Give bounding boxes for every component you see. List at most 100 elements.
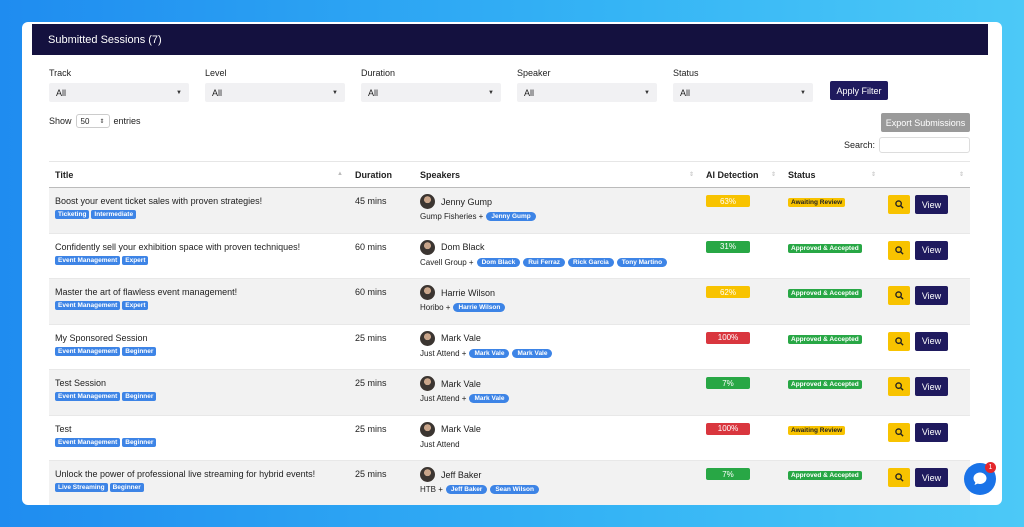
speaker-pill[interactable]: Dom Black bbox=[476, 257, 521, 267]
session-tag: Event Management bbox=[55, 437, 121, 447]
session-cell: Master the art of flawless event managem… bbox=[49, 279, 349, 325]
status-cell: Approved & Accepted bbox=[782, 324, 882, 370]
view-button[interactable]: View bbox=[915, 422, 948, 442]
speaker-pill[interactable]: Jenny Gump bbox=[486, 212, 536, 221]
filter-label: Level bbox=[205, 68, 227, 78]
actions-cell: View bbox=[882, 461, 970, 506]
speaker-pill[interactable]: Mark Vale bbox=[469, 348, 510, 358]
ai-cell: 63% bbox=[700, 188, 782, 234]
speaker-name: Mark Vale bbox=[441, 378, 481, 389]
search-icon bbox=[894, 336, 904, 346]
preview-button[interactable] bbox=[888, 377, 910, 396]
view-button[interactable]: View bbox=[915, 377, 948, 396]
duration-cell: 25 mins bbox=[355, 378, 387, 388]
speaker-pill[interactable]: Jeff Baker bbox=[445, 485, 488, 494]
filter-track: Track All ▼ bbox=[49, 68, 189, 102]
column-status[interactable]: Status ⇕ bbox=[782, 162, 882, 188]
search-icon bbox=[894, 473, 904, 482]
speaker-pill[interactable]: Harrie Wilson bbox=[453, 303, 506, 312]
avatar bbox=[420, 194, 435, 209]
show-label: Show bbox=[49, 116, 72, 126]
preview-button[interactable] bbox=[888, 331, 910, 351]
row-actions: View bbox=[888, 286, 970, 305]
session-tags: Live Streaming Beginner bbox=[55, 483, 349, 492]
session-tag: Ticketing bbox=[55, 210, 90, 219]
view-button[interactable]: View bbox=[915, 240, 948, 260]
sessions-card: Submitted Sessions (7) Track All ▼ Level … bbox=[22, 22, 1002, 505]
export-submissions-button[interactable]: Export Submissions bbox=[881, 113, 970, 132]
speaker-pill[interactable]: Mark Vale bbox=[512, 348, 553, 358]
avatar bbox=[420, 376, 435, 391]
session-title: Master the art of flawless event managem… bbox=[55, 287, 238, 297]
sort-icon: ⇕ bbox=[870, 172, 876, 178]
filter-label: Speaker bbox=[517, 68, 551, 78]
search-icon bbox=[894, 200, 904, 209]
company-name: Just Attend + bbox=[420, 394, 467, 403]
card-header: Submitted Sessions (7) bbox=[32, 24, 988, 55]
speaker-pill[interactable]: Mark Vale bbox=[469, 394, 510, 403]
speaker-company: Cavell Group + Dom Black Rui Ferraz Rick Ga… bbox=[420, 257, 700, 267]
session-tags: Event Management Beginner bbox=[55, 392, 349, 401]
actions-cell: View bbox=[882, 279, 970, 325]
session-title: Boost your event ticket sales with prove… bbox=[55, 196, 263, 206]
preview-button[interactable] bbox=[888, 422, 910, 442]
speakers-cell: Harrie Wilson Horibo + Harrie Wilson bbox=[414, 279, 700, 325]
page-title: Submitted Sessions (7) bbox=[48, 33, 162, 46]
filter-duration: Duration All ▼ bbox=[361, 68, 501, 102]
preview-button[interactable] bbox=[888, 195, 910, 214]
preview-button[interactable] bbox=[888, 468, 910, 487]
preview-button[interactable] bbox=[888, 286, 910, 305]
apply-filter-button[interactable]: Apply Filter bbox=[830, 81, 888, 100]
view-button[interactable]: View bbox=[915, 468, 948, 487]
column-speakers[interactable]: Speakers ⇕ bbox=[414, 162, 700, 188]
level-select[interactable]: All ▼ bbox=[205, 83, 345, 102]
actions-cell: View bbox=[882, 188, 970, 234]
table-row: My Sponsored Session Event Management Beg… bbox=[49, 324, 970, 370]
preview-button[interactable] bbox=[888, 240, 910, 260]
speaker-pill[interactable]: Rui Ferraz bbox=[523, 257, 565, 267]
speaker-pill[interactable]: Rick Garcia bbox=[568, 257, 614, 267]
sessions-table: Title ▲ Duration Speakers ⇕ AI Detection ⇕ … bbox=[49, 161, 970, 505]
company-name: HTB + bbox=[420, 485, 443, 494]
duration-cell: 45 mins bbox=[355, 196, 387, 206]
speaker-select[interactable]: All ▼ bbox=[517, 83, 657, 102]
primary-speaker: Jeff Baker bbox=[420, 467, 700, 482]
table-header-row: Title ▲ Duration Speakers ⇕ AI Detection ⇕ … bbox=[49, 161, 970, 188]
speaker-pill[interactable]: Sean Wilson bbox=[490, 485, 539, 494]
view-button[interactable]: View bbox=[915, 331, 948, 351]
view-button[interactable]: View bbox=[915, 286, 948, 305]
avatar bbox=[420, 467, 435, 482]
column-duration[interactable]: Duration bbox=[349, 162, 414, 188]
column-title[interactable]: Title ▲ bbox=[49, 162, 349, 188]
filter-label: Status bbox=[673, 68, 699, 78]
column-ai-detection[interactable]: AI Detection ⇕ bbox=[700, 162, 782, 188]
table-body: Boost your event ticket sales with prove… bbox=[49, 187, 970, 506]
session-title: My Sponsored Session bbox=[55, 332, 148, 343]
avatar bbox=[420, 421, 435, 437]
chevron-down-icon: ▼ bbox=[644, 89, 650, 96]
track-select[interactable]: All ▼ bbox=[49, 83, 189, 102]
sort-icon: ⇕ bbox=[688, 172, 694, 178]
filter-status: Status All ▼ bbox=[673, 68, 813, 102]
search-input[interactable] bbox=[879, 137, 971, 153]
view-button[interactable]: View bbox=[915, 195, 948, 214]
duration-select[interactable]: All ▼ bbox=[361, 83, 501, 102]
ai-detection-badge: 100% bbox=[706, 331, 750, 344]
primary-speaker: Mark Vale bbox=[420, 376, 700, 391]
session-tag: Event Management bbox=[55, 301, 121, 310]
entries-select[interactable]: 50 ⇕ bbox=[75, 114, 110, 128]
select-value: All bbox=[680, 87, 691, 98]
session-tags: Event Management Expert bbox=[55, 255, 349, 265]
filter-bar: Track All ▼ Level All ▼ Duration All ▼ Spea… bbox=[49, 68, 949, 108]
column-label: Title bbox=[55, 169, 74, 180]
filter-label: Duration bbox=[361, 68, 396, 78]
sort-icon: ⇕ bbox=[770, 172, 776, 178]
sort-icon: ⇕ bbox=[958, 172, 964, 178]
column-actions[interactable]: ⇕ bbox=[882, 162, 970, 188]
speaker-name: Harrie Wilson bbox=[441, 287, 496, 298]
chat-badge: 1 bbox=[985, 462, 996, 473]
speaker-pill[interactable]: Tony Martino bbox=[616, 257, 668, 267]
status-badge: Awaiting Review bbox=[788, 198, 846, 207]
search-icon bbox=[894, 291, 904, 300]
status-select[interactable]: All ▼ bbox=[673, 83, 813, 102]
